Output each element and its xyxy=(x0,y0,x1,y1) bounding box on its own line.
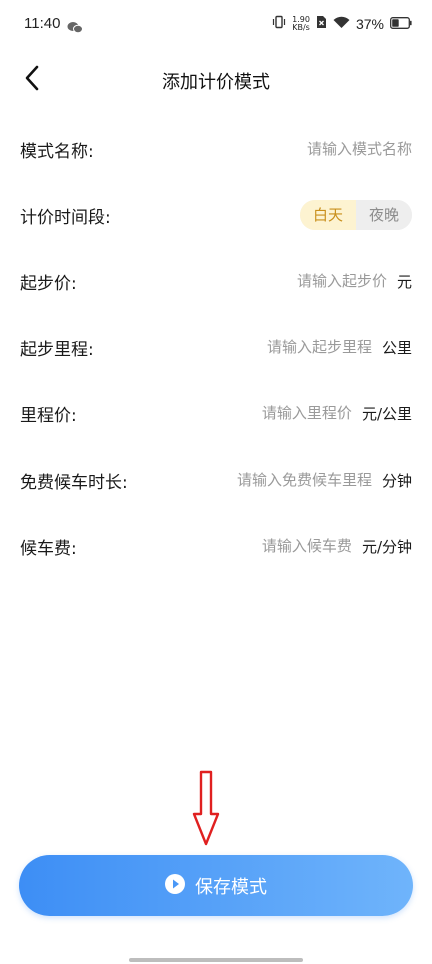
period-option-day[interactable]: 白天 xyxy=(299,200,356,230)
starting-price-field-group: 元 xyxy=(206,271,412,292)
form-row-pricing-period: 计价时间段: 白天 夜晚 xyxy=(20,195,412,235)
battery-icon xyxy=(390,14,412,33)
mode-name-field-group xyxy=(212,140,412,158)
pricing-period-label: 计价时间段: xyxy=(20,207,111,228)
wechat-notification-icon xyxy=(67,19,83,38)
free-wait-duration-input[interactable] xyxy=(199,471,372,489)
free-wait-duration-unit: 分钟 xyxy=(381,471,412,490)
wait-fee-label: 候车费: xyxy=(20,538,77,559)
page-title: 添加计价模式 xyxy=(162,72,270,93)
wait-fee-input[interactable] xyxy=(231,537,352,555)
form-row-mode-name: 模式名称: xyxy=(20,129,412,169)
form-row-starting-price: 起步价: 元 xyxy=(20,261,412,301)
pricing-period-toggle: 白天 夜晚 xyxy=(299,200,412,230)
network-speed-unit: KB/s xyxy=(292,22,310,32)
mode-name-input[interactable] xyxy=(212,140,412,158)
no-sim-icon xyxy=(316,14,327,33)
wait-fee-field-group: 元/分钟 xyxy=(231,536,412,557)
starting-price-label: 起步价: xyxy=(20,273,77,294)
mode-name-label: 模式名称: xyxy=(20,141,94,162)
distance-price-label: 里程价: xyxy=(20,405,77,426)
distance-price-field-group: 元/公里 xyxy=(171,403,412,424)
play-circle-icon xyxy=(165,874,185,897)
battery-percent: 37% xyxy=(355,15,384,32)
distance-price-input[interactable] xyxy=(171,404,352,422)
free-wait-duration-label: 免费候车时长: xyxy=(20,472,128,493)
status-icons: 1.90 KB/s 37% xyxy=(272,14,412,33)
form-row-starting-distance: 起步里程: 公里 xyxy=(20,327,412,367)
form-row-wait-fee: 候车费: 元/分钟 xyxy=(20,526,412,566)
wifi-icon xyxy=(333,14,350,33)
period-option-night[interactable]: 夜晚 xyxy=(355,200,412,230)
free-wait-duration-field-group: 分钟 xyxy=(199,470,412,491)
status-bar: 11:40 1.90 KB/s 37% xyxy=(0,0,432,52)
down-arrow-annotation-icon xyxy=(192,770,220,850)
home-indicator[interactable] xyxy=(129,958,303,962)
form-row-free-wait-duration: 免费候车时长: 分钟 xyxy=(20,460,412,500)
starting-distance-input[interactable] xyxy=(181,338,372,356)
starting-distance-label: 起步里程: xyxy=(20,339,94,360)
save-mode-button[interactable]: 保存模式 xyxy=(19,855,413,916)
header: 添加计价模式 xyxy=(0,52,432,108)
wait-fee-unit: 元/分钟 xyxy=(361,537,412,556)
form-row-distance-price: 里程价: 元/公里 xyxy=(20,393,412,433)
distance-price-unit: 元/公里 xyxy=(361,404,412,423)
network-speed: 1.90 KB/s xyxy=(292,15,310,32)
starting-distance-unit: 公里 xyxy=(381,338,412,357)
starting-price-input[interactable] xyxy=(206,272,387,290)
status-time: 11:40 xyxy=(24,15,61,32)
starting-price-unit: 元 xyxy=(396,272,412,291)
save-mode-label: 保存模式 xyxy=(195,876,267,898)
starting-distance-field-group: 公里 xyxy=(181,337,412,358)
vibrate-icon xyxy=(272,14,286,33)
